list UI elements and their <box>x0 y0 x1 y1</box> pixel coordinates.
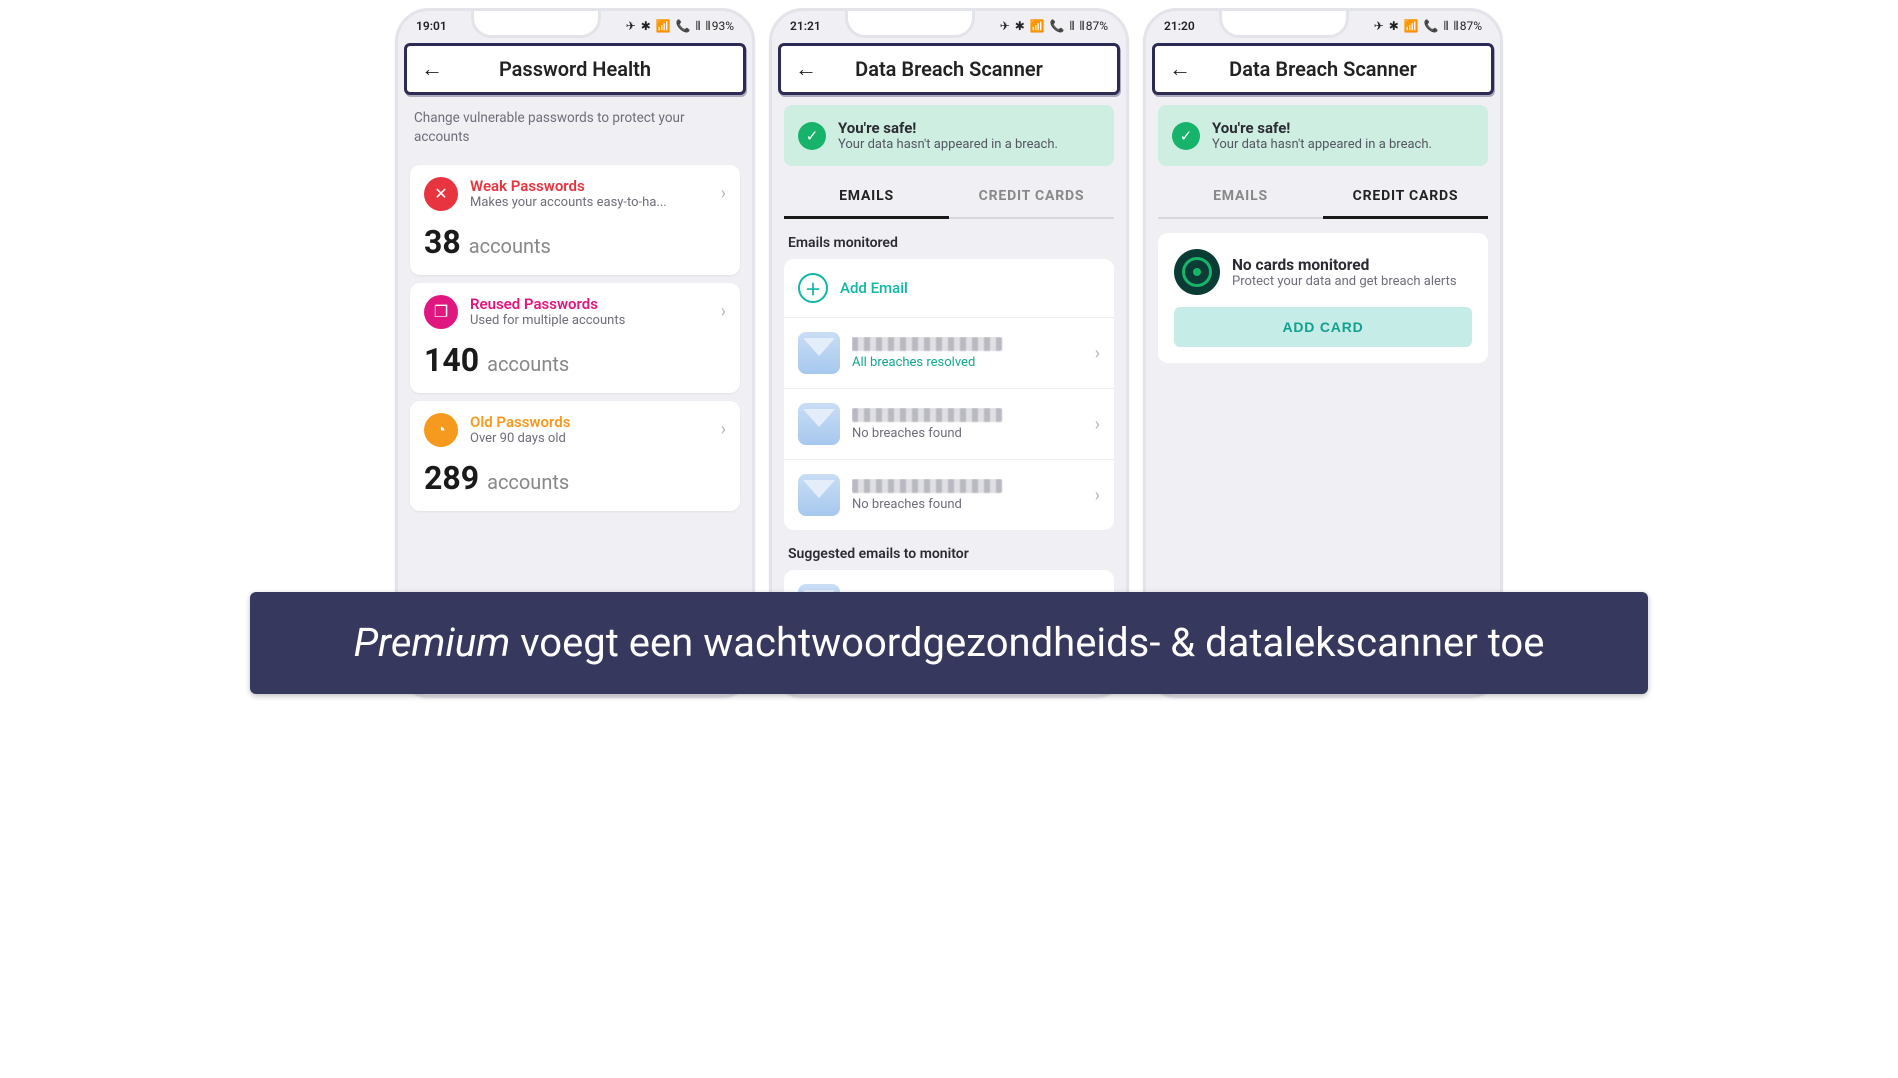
reused-icon: ❐ <box>424 295 458 329</box>
battery-percent: 87% <box>1086 19 1108 33</box>
no-cards-subtitle: Protect your data and get breach alerts <box>1232 274 1457 289</box>
status-time: 19:01 <box>416 19 447 33</box>
emails-monitored-label: Emails monitored <box>772 219 1126 259</box>
old-count-label: accounts <box>487 470 569 494</box>
check-icon: ✓ <box>798 122 826 150</box>
email-status: All breaches resolved <box>852 355 1083 370</box>
weak-passwords-card[interactable]: ✕ Weak Passwords Makes your accounts eas… <box>410 165 740 275</box>
camera-notch <box>471 8 601 38</box>
tab-emails[interactable]: EMAILS <box>1158 176 1323 219</box>
email-status: No breaches found <box>852 497 1083 512</box>
old-icon: ◔ <box>424 413 458 447</box>
safe-banner: ✓ You're safe! Your data hasn't appeared… <box>1158 105 1488 166</box>
camera-notch <box>845 8 975 38</box>
safe-title: You're safe! <box>1212 119 1432 137</box>
safe-title: You're safe! <box>838 119 1058 137</box>
email-row[interactable]: All breaches resolved › <box>784 318 1114 389</box>
status-time: 21:20 <box>1164 19 1195 33</box>
battery-percent: 87% <box>1460 19 1482 33</box>
redacted-email <box>852 479 1002 493</box>
status-bar: 21:20 ✈ ✱ 📶 📞 ⫴ ⫴ 87% <box>1146 11 1500 35</box>
tab-credit-cards[interactable]: CREDIT CARDS <box>949 176 1114 219</box>
chevron-right-icon: › <box>721 183 726 204</box>
chevron-right-icon: › <box>1095 485 1100 506</box>
tab-credit-cards[interactable]: CREDIT CARDS <box>1323 176 1488 219</box>
tab-bar: EMAILS CREDIT CARDS <box>1158 176 1488 219</box>
page-title: Data Breach Scanner <box>1169 57 1477 81</box>
app-bar: ← Data Breach Scanner <box>1152 43 1494 95</box>
app-bar: ← Password Health <box>404 43 746 95</box>
caption-rest: voegt een wachtwoordgezondheids- & datal… <box>510 619 1544 666</box>
plus-icon: ＋ <box>798 273 828 303</box>
status-bar: 21:21 ✈ ✱ 📶 📞 ⫴ ⫴ 87% <box>772 11 1126 35</box>
check-icon: ✓ <box>1172 122 1200 150</box>
add-email-row[interactable]: ＋ Add Email <box>784 259 1114 318</box>
status-bar: 19:01 ✈ ✱ 📶 📞 ⫴ ⫴ 93% <box>398 11 752 35</box>
chevron-right-icon: › <box>1095 414 1100 435</box>
envelope-icon <box>798 332 840 374</box>
weak-subtitle: Makes your accounts easy-to-ha... <box>470 195 709 210</box>
status-icons: ✈ ✱ 📶 📞 ⫴ ⫴ <box>1000 19 1086 34</box>
weak-icon: ✕ <box>424 177 458 211</box>
redacted-email <box>852 408 1002 422</box>
envelope-icon <box>798 474 840 516</box>
email-row[interactable]: No breaches found › <box>784 460 1114 530</box>
weak-count: 38 <box>424 223 461 261</box>
monitored-emails-list: ＋ Add Email All breaches resolved › No b… <box>784 259 1114 530</box>
page-title: Data Breach Scanner <box>795 57 1103 81</box>
status-time: 21:21 <box>790 19 821 33</box>
page-description: Change vulnerable passwords to protect y… <box>398 103 752 157</box>
status-icons: ✈ ✱ 📶 📞 ⫴ ⫴ <box>1374 19 1460 34</box>
add-card-button[interactable]: ADD CARD <box>1174 307 1472 347</box>
reused-count-label: accounts <box>487 352 569 376</box>
envelope-icon <box>798 403 840 445</box>
no-cards-title: No cards monitored <box>1232 256 1457 274</box>
safe-subtitle: Your data hasn't appeared in a breach. <box>838 137 1058 152</box>
email-row[interactable]: No breaches found › <box>784 389 1114 460</box>
weak-count-label: accounts <box>469 234 551 258</box>
safe-subtitle: Your data hasn't appeared in a breach. <box>1212 137 1432 152</box>
caption-premium: Premium <box>354 619 511 666</box>
redacted-email <box>852 337 1002 351</box>
page-title: Password Health <box>421 57 729 81</box>
camera-notch <box>1219 8 1349 38</box>
chevron-right-icon: › <box>1095 343 1100 364</box>
old-passwords-card[interactable]: ◔ Old Passwords Over 90 days old › 289 a… <box>410 401 740 511</box>
reused-subtitle: Used for multiple accounts <box>470 313 709 328</box>
add-email-label: Add Email <box>840 279 908 297</box>
tab-emails[interactable]: EMAILS <box>784 176 949 219</box>
status-icons: ✈ ✱ 📶 📞 ⫴ ⫴ <box>626 19 712 34</box>
caption-banner: Premium voegt een wachtwoordgezondheids-… <box>250 592 1648 694</box>
battery-percent: 93% <box>712 19 734 33</box>
old-title: Old Passwords <box>470 413 709 431</box>
chevron-right-icon: › <box>721 419 726 440</box>
target-icon <box>1174 249 1220 295</box>
chevron-right-icon: › <box>721 301 726 322</box>
reused-count: 140 <box>424 341 479 379</box>
tab-bar: EMAILS CREDIT CARDS <box>784 176 1114 219</box>
safe-banner: ✓ You're safe! Your data hasn't appeared… <box>784 105 1114 166</box>
email-status: No breaches found <box>852 426 1083 441</box>
weak-title: Weak Passwords <box>470 177 709 195</box>
old-count: 289 <box>424 459 479 497</box>
no-cards-card: No cards monitored Protect your data and… <box>1158 233 1488 363</box>
suggested-emails-label: Suggested emails to monitor <box>772 530 1126 570</box>
old-subtitle: Over 90 days old <box>470 431 709 446</box>
reused-title: Reused Passwords <box>470 295 709 313</box>
reused-passwords-card[interactable]: ❐ Reused Passwords Used for multiple acc… <box>410 283 740 393</box>
app-bar: ← Data Breach Scanner <box>778 43 1120 95</box>
